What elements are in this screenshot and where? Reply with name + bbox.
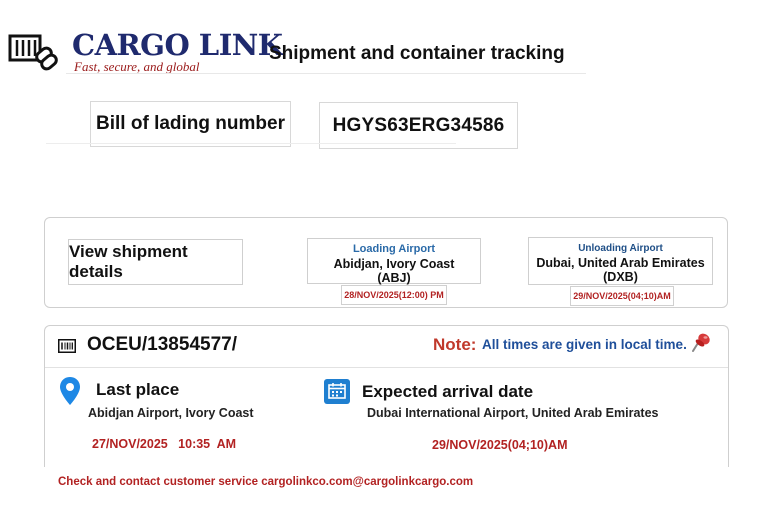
expected-arrival-label: Expected arrival date — [362, 382, 534, 401]
view-shipment-details-button[interactable]: View shipment details — [68, 239, 243, 285]
bill-of-lading-value: HGYS63ERG34586 — [319, 102, 518, 149]
brand-name: CARGO LINK — [72, 28, 283, 62]
expected-arrival-datetime: 29/NOV/2025(04;10)AM — [432, 438, 568, 452]
loading-datetime: 28/NOV/2025(12:00) PM — [341, 285, 447, 305]
tracking-divider — [45, 367, 728, 368]
pushpin-icon — [691, 331, 711, 355]
bill-of-lading-divider — [46, 143, 456, 144]
unloading-datetime: 29/NOV/2025(04;10)AM — [570, 286, 674, 306]
unloading-airport-name: Dubai, United Arab Emirates — [536, 256, 705, 270]
customer-service-contact: Check and contact customer service cargo… — [58, 476, 474, 488]
page-title: Shipment and container tracking — [269, 43, 565, 64]
note-text: All times are given in local time. — [482, 337, 687, 352]
bill-of-lading-label: Bill of lading number — [90, 101, 291, 147]
loading-airport-card: Loading Airport Abidjan, Ivory Coast (AB… — [307, 238, 481, 285]
expected-arrival-value: Dubai International Airport, United Arab… — [367, 406, 659, 420]
last-place-label: Last place — [96, 380, 180, 399]
container-number: OCEU/13854577/ — [87, 334, 237, 355]
note-label: Note: — [433, 335, 477, 354]
container-link-icon — [8, 30, 58, 74]
last-place-datetime: 27/NOV/2025 10:35 AM — [92, 437, 237, 451]
location-pin-icon — [59, 376, 81, 406]
calendar-icon — [324, 379, 350, 404]
last-place-value: Abidjan Airport, Ivory Coast — [88, 406, 254, 420]
loading-airport-heading: Loading Airport — [352, 243, 436, 255]
header-divider — [66, 73, 586, 74]
loading-airport-code: (ABJ) — [377, 271, 411, 285]
unloading-airport-heading: Unloading Airport — [578, 243, 663, 254]
unloading-airport-code: (DXB) — [603, 270, 638, 284]
loading-airport-name: Abidjan, Ivory Coast — [333, 257, 455, 271]
barcode-icon — [58, 339, 76, 353]
unloading-airport-card: Unloading Airport Dubai, United Arab Emi… — [528, 237, 713, 285]
